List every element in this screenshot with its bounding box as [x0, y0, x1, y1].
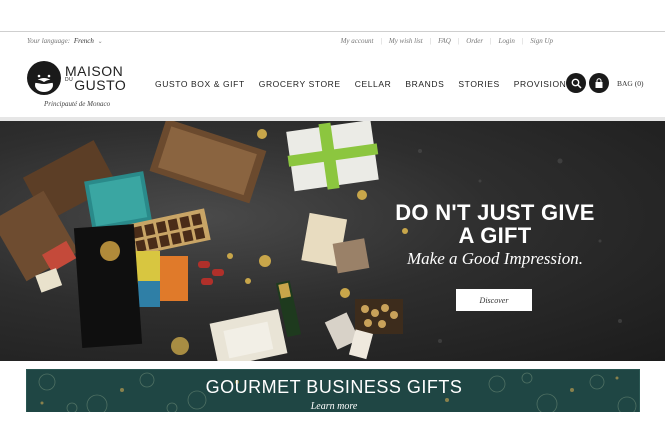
hero-subheadline: Make a Good Impression.	[407, 249, 583, 268]
sign-up-link[interactable]: Sign Up	[530, 37, 553, 45]
logo-word-gusto-text: GUSTO	[74, 77, 127, 93]
discover-button[interactable]: Discover	[456, 289, 532, 311]
language-label: Your language:	[27, 37, 71, 45]
main-nav: GUSTO BOX & GIFT GROCERY STORE CELLAR BR…	[155, 79, 597, 89]
hero-headline: DO N'T JUST GIVE A GIFT	[330, 201, 660, 247]
language-value[interactable]: French	[74, 37, 94, 45]
learn-more-link[interactable]: Learn more	[27, 401, 639, 412]
nav-item-stories[interactable]: STORIES	[458, 79, 499, 89]
utility-links: My account | My wish list | FAQ | Order …	[341, 37, 553, 45]
page-bottom-whitespace	[0, 412, 665, 445]
separator: |	[521, 37, 524, 45]
wish-list-link[interactable]: My wish list	[389, 37, 423, 45]
nav-item-brands[interactable]: BRANDS	[405, 79, 444, 89]
faq-link[interactable]: FAQ	[438, 37, 451, 45]
utility-bar: Your language: French ⌄ My account | My …	[0, 33, 665, 49]
hero-headline-line-2: A GIFT	[458, 223, 532, 248]
hero-banner: DO N'T JUST GIVE A GIFT Make a Good Impr…	[0, 121, 665, 361]
logo-tagline: Principauté de Monaco	[44, 100, 111, 108]
search-icon	[571, 78, 582, 89]
search-button[interactable]	[566, 73, 586, 93]
nav-item-grocery-store[interactable]: GROCERY STORE	[259, 79, 341, 89]
bag-button[interactable]	[589, 73, 609, 93]
logo-word-gusto: DUGUSTO	[65, 77, 126, 93]
chevron-down-icon[interactable]: ⌄	[98, 39, 103, 45]
bag-label[interactable]: BAG (0)	[617, 79, 643, 88]
bag-icon	[595, 77, 603, 88]
gourmet-business-gifts-banner[interactable]: GOURMET BUSINESS GIFTS Learn more	[26, 369, 640, 414]
language-selector[interactable]: Your language: French ⌄	[27, 37, 103, 45]
login-link[interactable]: Login	[499, 37, 515, 45]
separator: |	[457, 37, 460, 45]
banner-title: GOURMET BUSINESS GIFTS	[205, 377, 463, 397]
order-link[interactable]: Order	[466, 37, 483, 45]
separator: |	[380, 37, 382, 45]
separator: |	[490, 37, 492, 45]
hero-headline-line-1: DO N'T JUST GIVE	[395, 200, 595, 225]
mustache-face-icon	[27, 61, 61, 95]
nav-item-cellar[interactable]: CELLAR	[355, 79, 392, 89]
logo-word-du: DU	[65, 77, 74, 83]
nav-item-gusto-box[interactable]: GUSTO BOX & GIFT	[155, 79, 245, 89]
separator: |	[429, 37, 432, 45]
site-logo[interactable]: MAISON DUGUSTO Principauté de Monaco	[26, 58, 126, 110]
top-divider	[0, 31, 665, 32]
header-tools: BAG (0)	[566, 73, 643, 93]
site-header: MAISON DUGUSTO Principauté de Monaco GUS…	[0, 49, 665, 117]
my-account-link[interactable]: My account	[341, 37, 374, 45]
